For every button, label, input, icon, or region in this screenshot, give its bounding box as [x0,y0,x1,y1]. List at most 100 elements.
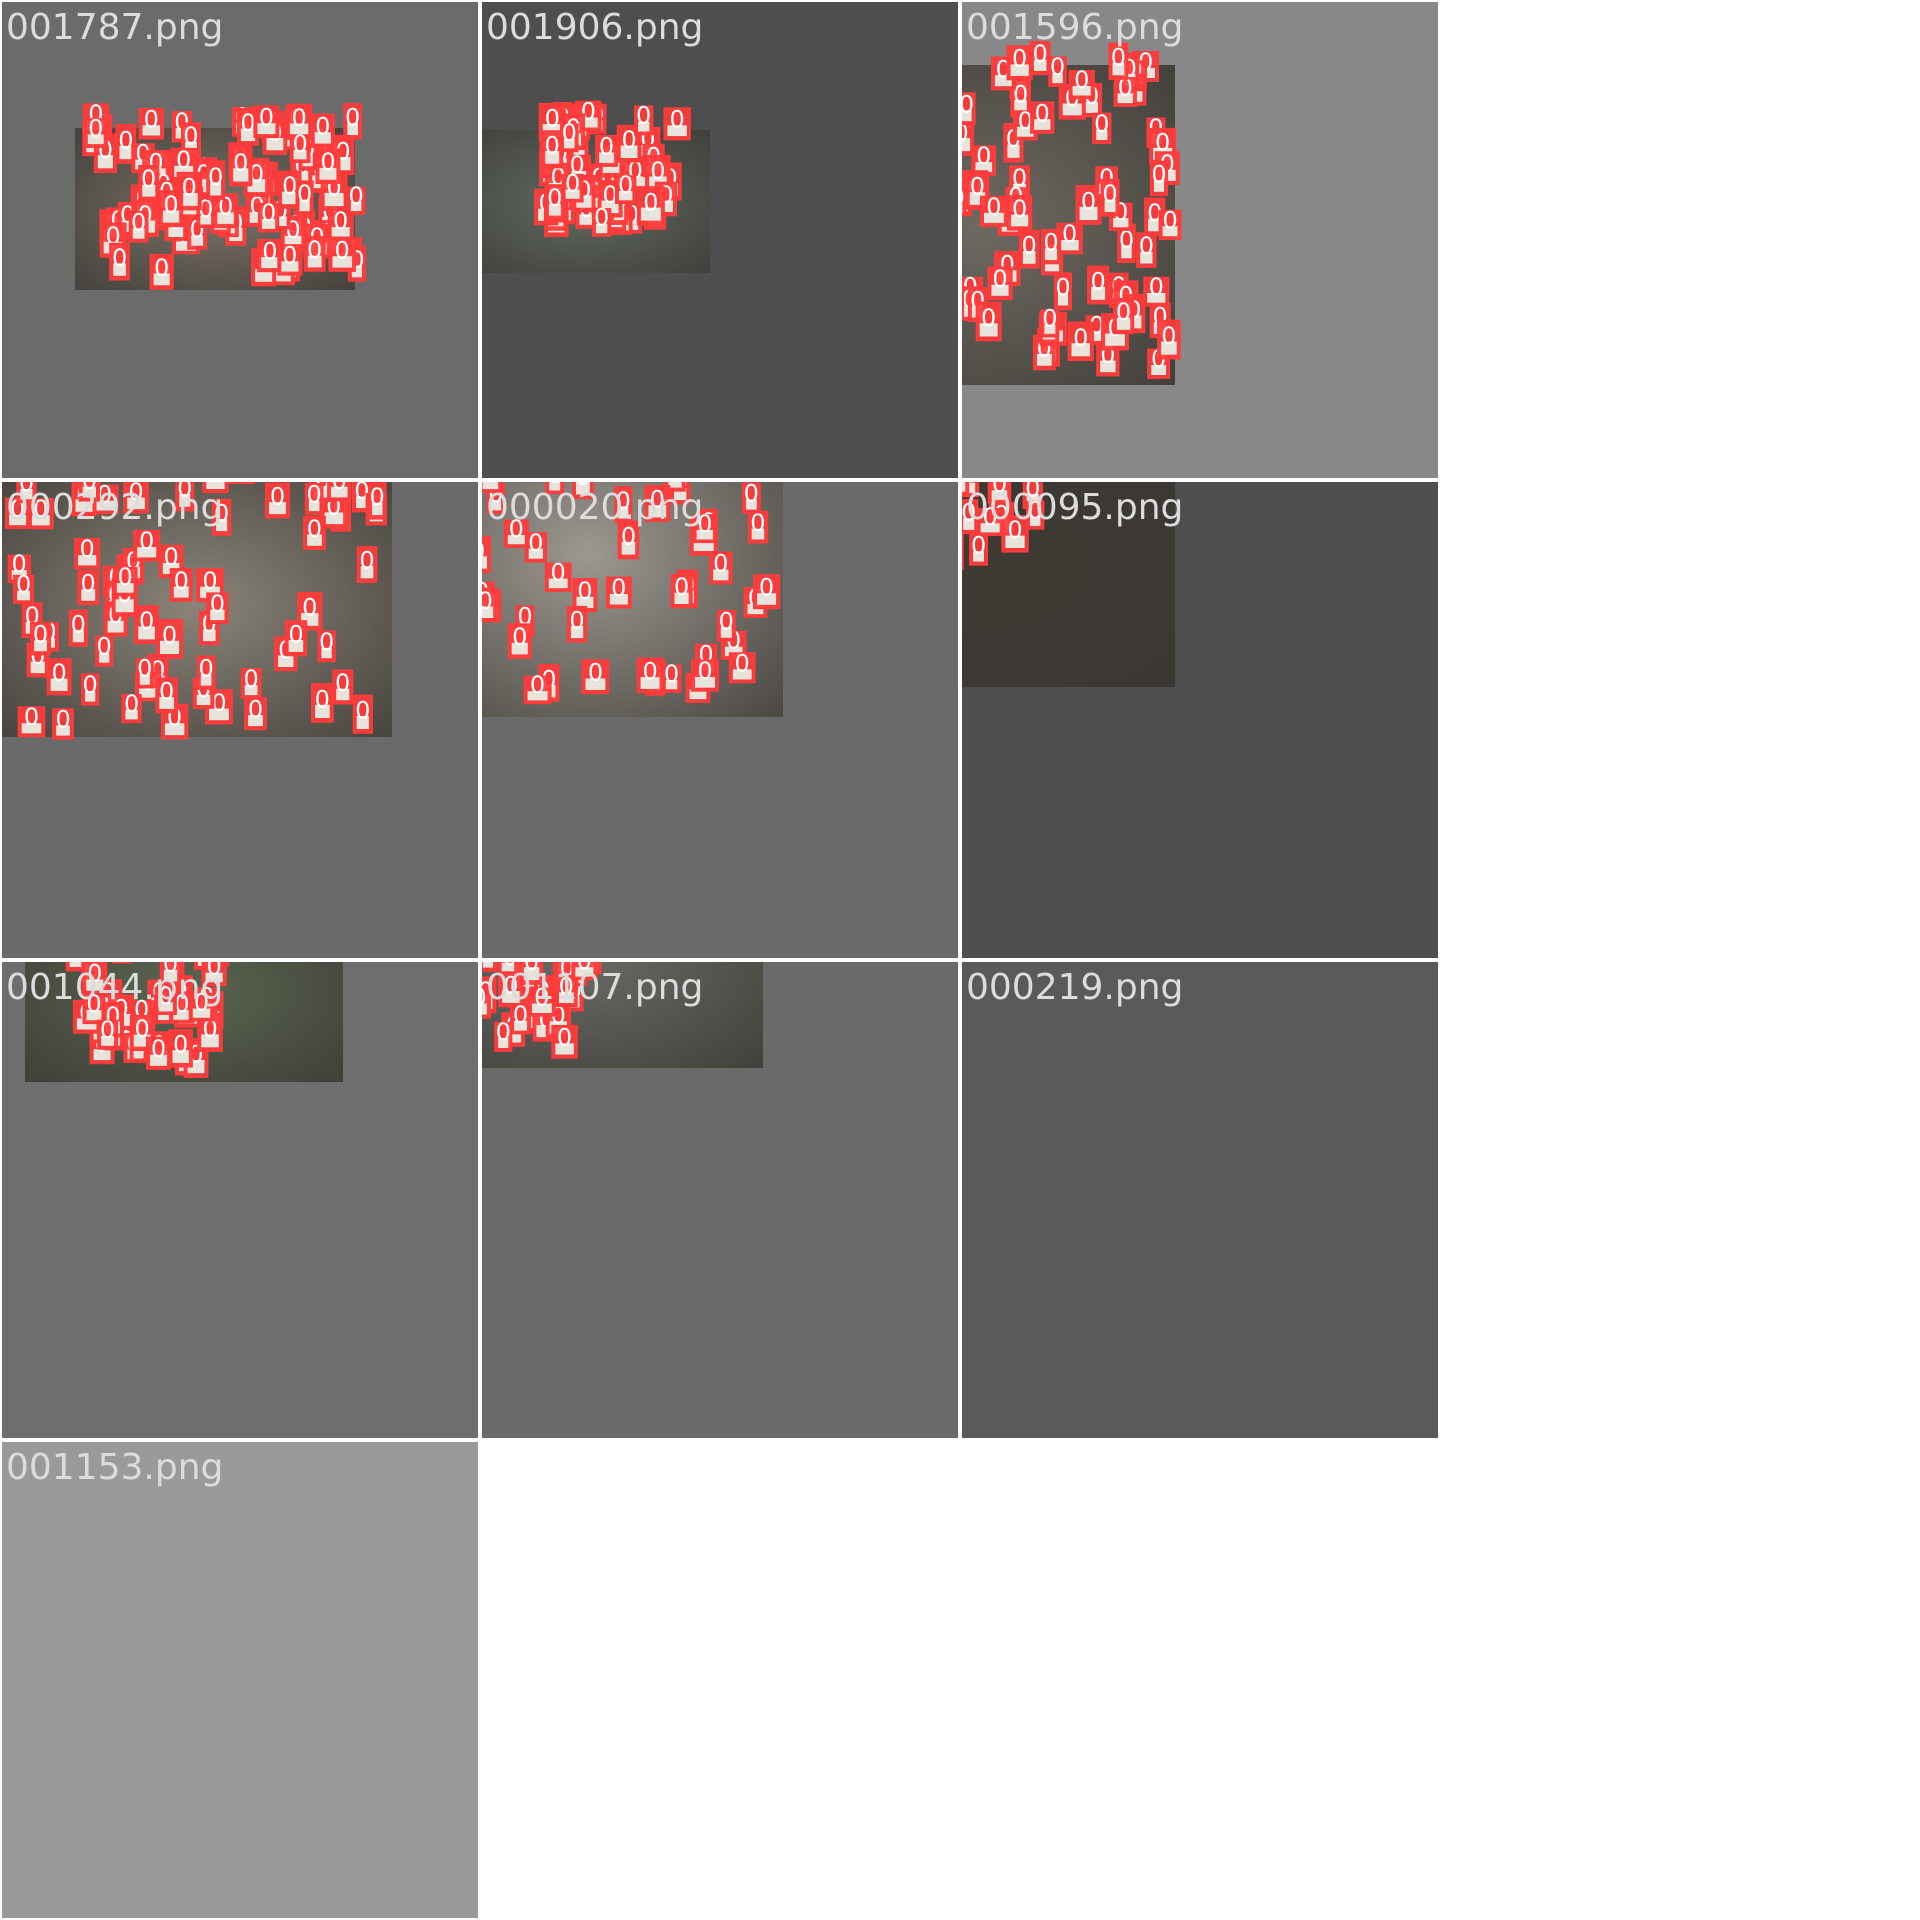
class-label: 0 [359,547,374,575]
image-tile[interactable]: 000095.png0000000000000000000000 [962,482,1438,958]
class-label: 0 [131,208,146,236]
detection-box: 0 [328,237,356,272]
detection-box: 0 [1112,297,1135,335]
detection-box: 0 [1100,178,1120,217]
class-label: 0 [962,183,965,211]
detection-box: 0 [253,103,280,139]
detection-box: 0 [1040,229,1062,265]
detection-box: 0 [1007,195,1033,231]
class-label: 0 [162,622,177,650]
image-tile[interactable]: 000292.png 0 0 0 0 0 0 0 0 0 0 0 0 0 0 0 0 0 0 0 0 0 0 0 0 0 0 0 0 0 0… [2,482,478,958]
image-tile[interactable]: 001596.png 0 0 0 0 0 0 0 0 0 0 0 0 0 0 0 0 0 0 0 0 0 0 0 0 0 0 0 0 0 0… [962,2,1438,478]
class-label: 0 [291,104,306,132]
class-label: 0 [288,620,303,648]
detection-box: 0 [1067,321,1094,362]
class-label: 0 [262,237,277,265]
detection-box: 0 [1048,53,1067,88]
tile-filename: 001596.png [966,7,1184,48]
class-label: 0 [139,607,154,635]
class-label: 0 [292,130,307,158]
class-label: 0 [137,655,152,683]
image-tile[interactable]: 000020.png000000000000000000000000000000… [482,482,958,958]
detection-box: 0 [614,171,637,204]
class-label: 0 [332,482,347,495]
detection-box: 0 [691,657,719,692]
class-label: 0 [1073,324,1088,352]
detection-box: 0 [17,703,46,738]
class-label: 0 [333,207,348,235]
class-label: 0 [1055,274,1070,302]
detection-box: 0 [544,559,572,592]
detection-box: 0 [289,130,311,163]
detection-box: 0 [1143,273,1170,307]
detection-box: 0 [1030,99,1055,134]
detection-box: 0 [149,254,174,290]
detection-box: 0 [77,570,100,606]
class-label: 0 [210,590,225,618]
class-label: 0 [642,658,657,686]
detection-box: 0 [661,660,682,693]
detection-box: 0 [138,165,160,201]
detection-box: 0 [156,619,184,659]
tile-filename: 001787.png [6,7,224,48]
tile-filename: 001044.png [6,967,224,1008]
detection-box: 0 [81,671,100,706]
class-label: 0 [562,119,577,147]
class-label: 0 [33,620,48,648]
detection-box: 0 [133,527,161,562]
detection-box: 0 [969,531,988,566]
detection-box: 0 [155,678,179,714]
class-label: 0 [16,571,31,599]
class-label: 0 [512,623,527,651]
tile-filename: 000020.png [486,487,704,528]
class-label: 0 [118,127,133,155]
detection-box: 0 [741,482,761,514]
image-tile[interactable]: 001044.png000000000000000000000000000000… [2,962,478,1438]
detection-box: 0 [30,620,51,656]
class-label: 0 [618,171,633,199]
class-label: 0 [528,529,543,557]
image-tile[interactable]: 001906.png000000000000000000000000000000… [482,2,958,478]
class-label: 0 [976,142,991,170]
detection-box: 0 [1087,265,1110,305]
class-label: 0 [88,114,103,142]
detection-box: 0 [1006,45,1033,81]
detection-box: 0 [13,571,34,605]
detection-overlay: 0000000000000000000000000000000000000000… [2,1442,478,1918]
image-tile[interactable]: 001153.png000000000000000000000000000000… [2,1442,478,1918]
image-tile[interactable]: 001107.png000000000000000000000000000000… [482,962,958,1438]
detection-box: 0 [97,1016,118,1050]
class-label: 0 [599,133,614,161]
class-label: 0 [588,659,603,687]
class-label: 0 [1074,66,1089,94]
detection-box: 0 [343,103,362,140]
class-label: 0 [986,193,1001,221]
detection-box: 0 [121,690,142,724]
image-tile[interactable]: 000219.png000 [962,962,1438,1438]
class-label: 0 [335,669,350,697]
detection-box: 0 [74,535,101,570]
class-label: 0 [55,706,70,734]
class-label: 0 [1151,160,1166,188]
detection-box: 0 [229,146,253,187]
detection-box: 0 [1040,305,1060,338]
detection-box: 0 [304,482,324,516]
class-label: 0 [565,169,580,197]
class-label: 0 [551,559,566,587]
detection-overlay: 0000000000000000000000000000000000000000… [82,100,366,290]
detection-box: 0 [46,658,72,696]
detection-box: 0 [581,659,610,695]
class-label: 0 [176,146,191,174]
image-tile[interactable]: 001787.png 0 0 0 0 0 0 0 0 0 0 0 0 0 0 0 0 0 0 0 0 0 0 0 0 0 0 0 0 0 0… [2,2,478,478]
detection-box: 0 [561,169,584,203]
class-label: 0 [315,113,330,141]
detection-box: 0 [327,482,352,502]
detection-box: 0 [206,590,229,625]
class-label: 0 [243,665,258,693]
class-label: 0 [118,563,133,591]
class-label: 0 [1012,45,1027,73]
class-label: 0 [97,633,112,661]
detection-box: 0 [747,509,769,544]
detection-box: 0 [68,609,88,647]
class-label: 0 [1042,305,1057,333]
